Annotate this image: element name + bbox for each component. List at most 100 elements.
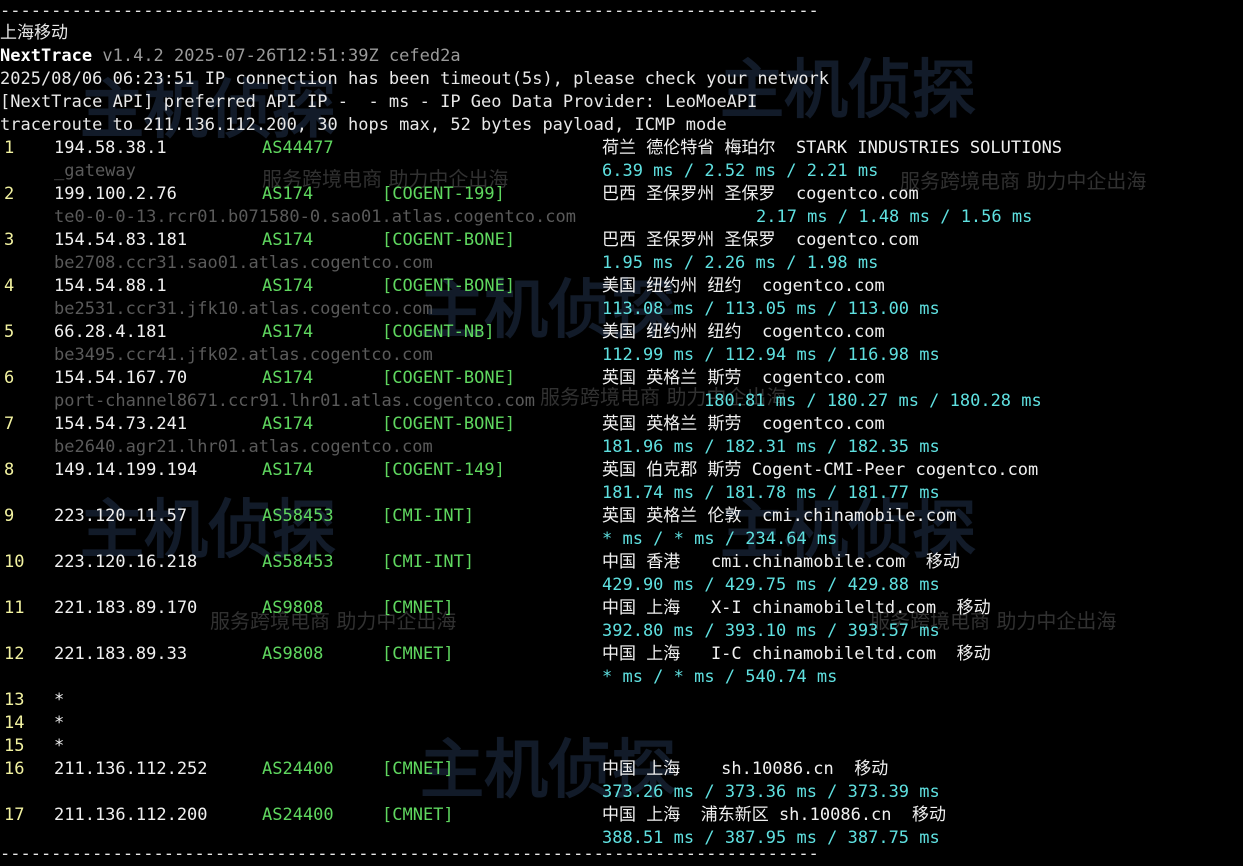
hop-number: 13 [4, 690, 25, 710]
separator-top: ----------------------------------------… [0, 1, 819, 21]
hop-asn: AS58453 [262, 506, 334, 526]
hop-ip: 149.14.199.194 [54, 460, 198, 480]
hop-geo: 巴西 圣保罗州 圣保罗 cogentco.com [602, 184, 919, 204]
hop-number: 6 [4, 368, 15, 388]
hop-number: 17 [4, 805, 25, 825]
hop-asn: AS44477 [262, 138, 334, 158]
separator-bottom: ----------------------------------------… [0, 844, 819, 864]
hop-asn: AS174 [262, 322, 314, 342]
hop-rtt: 6.39 ms / 2.52 ms / 2.21 ms [602, 161, 879, 181]
hop-tag: [COGENT-149] [382, 460, 505, 480]
hop-asn: AS174 [262, 368, 314, 388]
hop-row: 10 223.120.16.218 AS58453 [CMI-INT] 中国 香港 cm… [0, 551, 1243, 574]
hop-ip: 221.183.89.170 [54, 598, 198, 618]
hop-row: 6 154.54.167.70 AS174 [COGENT-BONE] 英国 英格兰 斯… [0, 367, 1243, 390]
hop-detail-row: be2531.ccr31.jfk10.atlas.cogentco.com 113… [0, 298, 1243, 321]
hop-asn: AS24400 [262, 759, 334, 779]
hop-tag: [COGENT-BONE] [382, 414, 516, 434]
api-line: [NextTrace API] preferred API IP - - ms … [0, 92, 758, 112]
hop-row: 14 * [0, 712, 1243, 735]
hop-tag: [CMNET] [382, 805, 454, 825]
hop-number: 8 [4, 460, 15, 480]
hop-asn: AS174 [262, 276, 314, 296]
hop-detail-row: be2708.ccr31.sao01.atlas.cogentco.com 1.9… [0, 252, 1243, 275]
hop-number: 10 [4, 552, 25, 572]
hop-asn: AS174 [262, 460, 314, 480]
hop-detail-row: port-channel8671.ccr91.lhr01.atlas.cogen… [0, 390, 1243, 413]
hop-rtt: 1.95 ms / 2.26 ms / 1.98 ms [602, 253, 879, 273]
hop-number: 15 [4, 736, 25, 756]
hop-detail-row: * ms / * ms / 540.74 ms [0, 666, 1243, 689]
hop-asn: AS174 [262, 414, 314, 434]
hop-number: 1 [4, 138, 15, 158]
hop-ip: 223.120.16.218 [54, 552, 198, 572]
hop-geo: 中国 上海 浦东新区 sh.10086.cn 移动 [602, 805, 946, 825]
hop-row: 11 221.183.89.170 AS9808 [CMNET] 中国 上海 X-I c… [0, 597, 1243, 620]
hop-detail-row: _gateway 6.39 ms / 2.52 ms / 2.21 ms [0, 160, 1243, 183]
hop-tag: [CMNET] [382, 759, 454, 779]
hop-rtt: 112.99 ms / 112.94 ms / 116.98 ms [602, 345, 940, 365]
hop-asn: AS174 [262, 184, 314, 204]
hop-ip: 199.100.2.76 [54, 184, 177, 204]
hop-row: 12 221.183.89.33 AS9808 [CMNET] 中国 上海 I-C ch… [0, 643, 1243, 666]
hop-ip: 223.120.11.57 [54, 506, 188, 526]
hop-rtt: * ms / * ms / 234.64 ms [602, 529, 838, 549]
hop-rtt: 429.90 ms / 429.75 ms / 429.88 ms [602, 575, 940, 595]
hop-asn: AS174 [262, 230, 314, 250]
hop-number: 7 [4, 414, 15, 434]
hop-ip: * [54, 713, 65, 733]
hop-detail-row: te0-0-0-13.rcr01.b071580-0.sao01.atlas.c… [0, 206, 1243, 229]
hop-asn: AS9808 [262, 598, 324, 618]
hop-geo: 中国 上海 X-I chinamobileltd.com 移动 [602, 598, 991, 618]
hop-rtt: * ms / * ms / 540.74 ms [602, 667, 838, 687]
hop-detail-row: 181.74 ms / 181.78 ms / 181.77 ms [0, 482, 1243, 505]
hop-geo: 中国 香港 cmi.chinamobile.com 移动 [602, 552, 960, 572]
hop-row: 5 66.28.4.181 AS174 [COGENT-NB] 美国 纽约州 纽约 co… [0, 321, 1243, 344]
hop-number: 3 [4, 230, 15, 250]
hop-rtt: 113.08 ms / 113.05 ms / 113.00 ms [602, 299, 940, 319]
hop-hostname: _gateway [54, 161, 136, 181]
hop-ip: 211.136.112.252 [54, 759, 208, 779]
hop-ip: * [54, 736, 65, 756]
hop-geo: 中国 上海 sh.10086.cn 移动 [602, 759, 889, 779]
hop-rtt: 181.74 ms / 181.78 ms / 181.77 ms [602, 483, 940, 503]
hop-detail-row: be2640.agr21.lhr01.atlas.cogentco.com 181… [0, 436, 1243, 459]
hop-geo: 中国 上海 I-C chinamobileltd.com 移动 [602, 644, 991, 664]
hop-geo: 美国 纽约州 纽约 cogentco.com [602, 276, 885, 296]
hop-row: 7 154.54.73.241 AS174 [COGENT-BONE] 英国 英格兰 斯… [0, 413, 1243, 436]
location-title: 上海移动 [0, 23, 68, 43]
hop-row: 3 154.54.83.181 AS174 [COGENT-BONE] 巴西 圣保罗州 … [0, 229, 1243, 252]
terminal-output: 主机侦探 主机侦探 主机侦探 主机侦探 主机侦探 主机侦探 服务跨境电商 助力中… [0, 0, 1243, 864]
hop-rtt: 392.80 ms / 393.10 ms / 393.57 ms [602, 621, 940, 641]
hop-number: 9 [4, 506, 15, 526]
hop-hostname: be2708.ccr31.sao01.atlas.cogentco.com [54, 253, 433, 273]
hop-detail-row: * ms / * ms / 234.64 ms [0, 528, 1243, 551]
trace-line: traceroute to 211.136.112.200, 30 hops m… [0, 115, 727, 135]
app-version-line: NextTrace v1.4.2 2025-07-26T12:51:39Z ce… [0, 45, 461, 68]
hop-number: 11 [4, 598, 25, 618]
hop-number: 5 [4, 322, 15, 342]
hop-tag: [COGENT-BONE] [382, 368, 516, 388]
hop-asn: AS9808 [262, 644, 324, 664]
hop-rtt: 373.26 ms / 373.36 ms / 373.39 ms [602, 782, 940, 802]
hop-detail-row: 429.90 ms / 429.75 ms / 429.88 ms [0, 574, 1243, 597]
timeout-message: 2025/08/06 06:23:51 IP connection has be… [0, 69, 830, 89]
hop-tag: [CMI-INT] [382, 552, 475, 572]
hop-tag: [COGENT-199] [382, 184, 505, 204]
hop-ip: * [54, 690, 65, 710]
hop-tag: [CMI-INT] [382, 506, 475, 526]
hop-ip: 66.28.4.181 [54, 322, 167, 342]
version-info: v1.4.2 2025-07-26T12:51:39Z cefed2a [102, 46, 461, 66]
hop-row: 15 * [0, 735, 1243, 758]
hop-row: 8 149.14.199.194 AS174 [COGENT-149] 英国 伯克郡 斯… [0, 459, 1243, 482]
hop-row: 2 199.100.2.76 AS174 [COGENT-199] 巴西 圣保罗州 圣保… [0, 183, 1243, 206]
hop-geo: 英国 英格兰 斯劳 cogentco.com [602, 368, 885, 388]
hop-row: 17 211.136.112.200 AS24400 [CMNET] 中国 上海 浦东新… [0, 804, 1243, 827]
hop-ip: 154.54.88.1 [54, 276, 167, 296]
hop-detail-row: be3495.ccr41.jfk02.atlas.cogentco.com 112… [0, 344, 1243, 367]
app-name: NextTrace [0, 46, 93, 66]
hop-geo: 英国 英格兰 斯劳 cogentco.com [602, 414, 885, 434]
hop-row: 1 194.58.38.1 AS44477 荷兰 德伦特省 梅珀尔 STARK IND… [0, 137, 1243, 160]
hop-rtt: 2.17 ms / 1.48 ms / 1.56 ms [756, 207, 1033, 227]
hop-tag: [COGENT-BONE] [382, 230, 516, 250]
